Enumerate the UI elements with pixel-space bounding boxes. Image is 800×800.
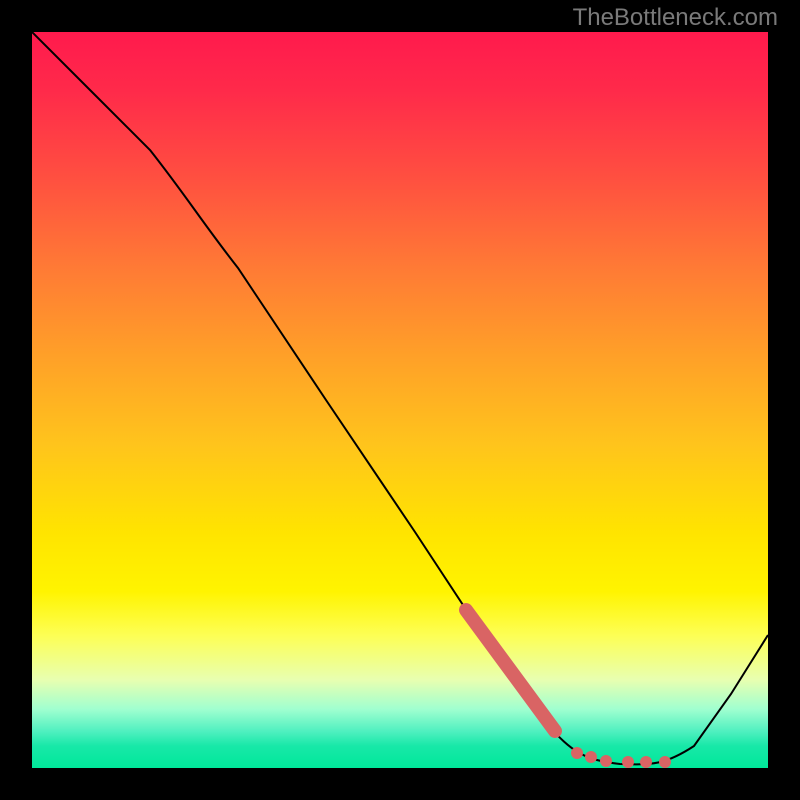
highlight-segment (466, 610, 555, 731)
chart-plot-area (32, 32, 768, 768)
bottleneck-curve (32, 32, 768, 764)
highlight-dot (600, 755, 612, 767)
highlight-dot (659, 756, 671, 768)
watermark-text: TheBottleneck.com (573, 4, 778, 32)
chart-svg (32, 32, 768, 768)
highlight-dot (640, 756, 652, 768)
highlight-dot (622, 756, 634, 768)
highlight-dot (571, 747, 583, 759)
highlight-dot (585, 751, 597, 763)
